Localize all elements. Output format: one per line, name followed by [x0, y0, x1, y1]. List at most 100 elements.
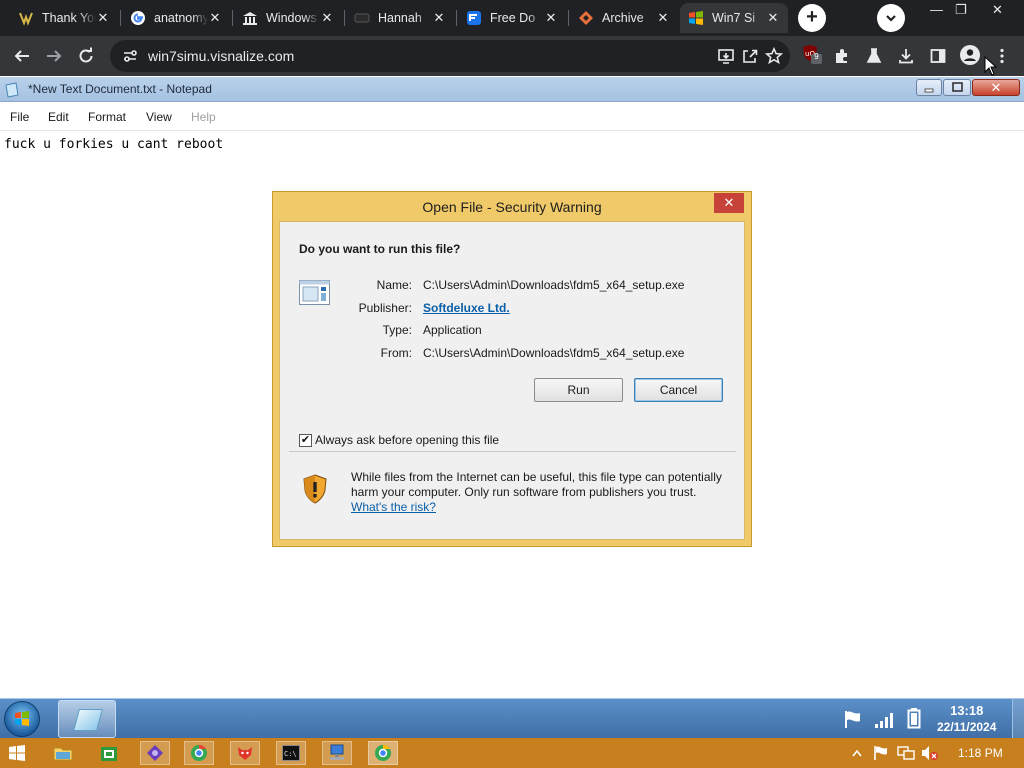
cancel-button[interactable]: Cancel	[634, 378, 723, 402]
download-icon	[899, 49, 913, 64]
notepad-minimize-button[interactable]	[916, 79, 942, 96]
taskbar-notepad-button[interactable]	[58, 700, 116, 738]
dialog-close-button[interactable]: ✕	[714, 193, 744, 213]
taskbar-browser-app[interactable]	[184, 741, 214, 765]
store-icon	[101, 747, 117, 761]
tab-close-icon[interactable]: ✕	[544, 10, 558, 26]
tab-title: Win7 Si	[712, 11, 756, 25]
close-window-button[interactable]: ✕	[992, 2, 1003, 18]
win7-taskbar: 13:18 22/11/2024	[0, 698, 1024, 739]
show-desktop-button[interactable]	[1012, 699, 1024, 739]
browser-tab[interactable]: Archive ✕	[570, 3, 678, 33]
start-orb-button[interactable]	[4, 701, 40, 737]
tab-close-icon[interactable]: ✕	[96, 10, 110, 26]
publisher-link[interactable]: Softdeluxe Ltd.	[423, 301, 510, 315]
action-center-flag-icon[interactable]	[873, 745, 889, 761]
tab-close-icon[interactable]: ✕	[208, 10, 222, 26]
bookmark-button[interactable]	[762, 44, 786, 68]
menu-file[interactable]: File	[10, 110, 29, 124]
application-file-icon	[299, 280, 330, 305]
menu-view[interactable]: View	[146, 110, 172, 124]
taskbar-network-app[interactable]	[322, 741, 352, 765]
tab-search-button[interactable]	[877, 4, 905, 32]
side-panel-button[interactable]	[926, 44, 950, 68]
browser-tab-active[interactable]: Win7 Si ✕	[680, 3, 788, 33]
taskbar-browser-app-active[interactable]	[368, 741, 398, 765]
url-text[interactable]: win7simu.visnalize.com	[148, 48, 294, 64]
install-app-button[interactable]	[714, 44, 738, 68]
notepad-title-bar[interactable]: *New Text Document.txt - Notepad ✕	[0, 77, 1024, 102]
host-taskbar: C:\ 1:18 PM	[0, 738, 1024, 768]
host-clock[interactable]: 1:18 PM	[958, 746, 1003, 760]
extensions-button[interactable]	[830, 44, 854, 68]
tab-close-icon[interactable]: ✕	[320, 10, 334, 26]
labs-button[interactable]	[862, 44, 886, 68]
browser-tab[interactable]: Hannah ✕	[346, 3, 454, 33]
new-tab-button[interactable]: +	[798, 4, 826, 32]
minimize-button[interactable]: —	[930, 2, 943, 17]
notepad-close-button[interactable]: ✕	[972, 79, 1020, 96]
network-signal-icon[interactable]	[874, 709, 896, 729]
taskbar-command-prompt[interactable]: C:\	[276, 741, 306, 765]
publisher-label: Publisher:	[358, 301, 412, 315]
restore-button[interactable]: ❐	[955, 2, 967, 18]
taskbar-fox-app[interactable]	[230, 741, 260, 765]
puzzle-icon	[836, 49, 847, 63]
dialog-title[interactable]: Open File - Security Warning	[273, 192, 751, 221]
notepad-content[interactable]: fuck u forkies u cant reboot	[4, 137, 223, 152]
forward-button[interactable]	[42, 44, 66, 68]
volume-muted-icon[interactable]	[921, 745, 939, 761]
tab-title: Windows	[266, 11, 317, 25]
warning-text: While files from the Internet can be use…	[351, 470, 722, 499]
extension-ublock-button[interactable]: uO 9	[800, 42, 824, 66]
always-ask-checkbox[interactable]: ✔	[299, 434, 312, 447]
side-panel-icon	[930, 49, 946, 63]
battery-icon[interactable]	[906, 707, 922, 729]
back-button[interactable]	[10, 44, 34, 68]
browser-tab[interactable]: Windows ✕	[234, 3, 342, 33]
browser-tab[interactable]: anatnomy ✕	[122, 3, 230, 33]
downloads-button[interactable]	[894, 44, 918, 68]
menu-help[interactable]: Help	[191, 110, 216, 124]
win7-date: 22/11/2024	[937, 720, 997, 734]
menu-edit[interactable]: Edit	[48, 110, 69, 124]
host-start-button[interactable]	[2, 741, 32, 765]
show-hidden-icons-icon[interactable]	[852, 749, 862, 757]
tab-close-icon[interactable]: ✕	[766, 10, 780, 26]
network-icon[interactable]	[897, 745, 915, 761]
reload-button[interactable]	[74, 44, 98, 68]
menu-format[interactable]: Format	[88, 110, 126, 124]
notepad-maximize-button[interactable]	[943, 79, 971, 96]
chevron-down-icon	[886, 15, 896, 22]
tab-favicon-icon	[18, 10, 34, 26]
tab-close-icon[interactable]: ✕	[656, 10, 670, 26]
taskbar-app-purple[interactable]	[140, 741, 170, 765]
win7-clock[interactable]: 13:18 22/11/2024	[937, 703, 996, 735]
dialog-question: Do you want to run this file?	[299, 242, 461, 256]
app-icon	[147, 745, 163, 761]
browser-tab[interactable]: Free Do ✕	[458, 3, 566, 33]
action-center-flag-icon[interactable]	[843, 709, 863, 729]
share-button[interactable]	[738, 44, 762, 68]
always-ask-label[interactable]: Always ask before opening this file	[315, 433, 499, 447]
tab-divider	[456, 10, 457, 26]
profile-button[interactable]	[958, 43, 982, 67]
browser-tab[interactable]: Thank You ✕	[10, 3, 118, 33]
site-settings-icon[interactable]	[122, 48, 138, 64]
address-bar[interactable]: win7simu.visnalize.com	[110, 40, 790, 72]
tab-title: Free Do	[490, 11, 536, 25]
archive-icon	[578, 10, 594, 26]
tab-close-icon[interactable]: ✕	[432, 10, 446, 26]
taskbar-file-explorer[interactable]	[48, 741, 78, 765]
extension-badge-count: 9	[814, 52, 819, 61]
arrow-right-icon	[47, 50, 62, 62]
dialog-divider	[289, 451, 736, 452]
taskbar-store-app[interactable]	[94, 741, 124, 765]
run-button[interactable]: Run	[534, 378, 623, 402]
tab-favicon-icon	[466, 10, 482, 26]
notepad-title: *New Text Document.txt - Notepad	[28, 82, 212, 96]
arrow-left-icon	[14, 50, 29, 62]
whats-the-risk-link[interactable]: What's the risk?	[351, 500, 736, 515]
folder-icon	[53, 747, 73, 761]
type-label: Type:	[382, 323, 412, 337]
